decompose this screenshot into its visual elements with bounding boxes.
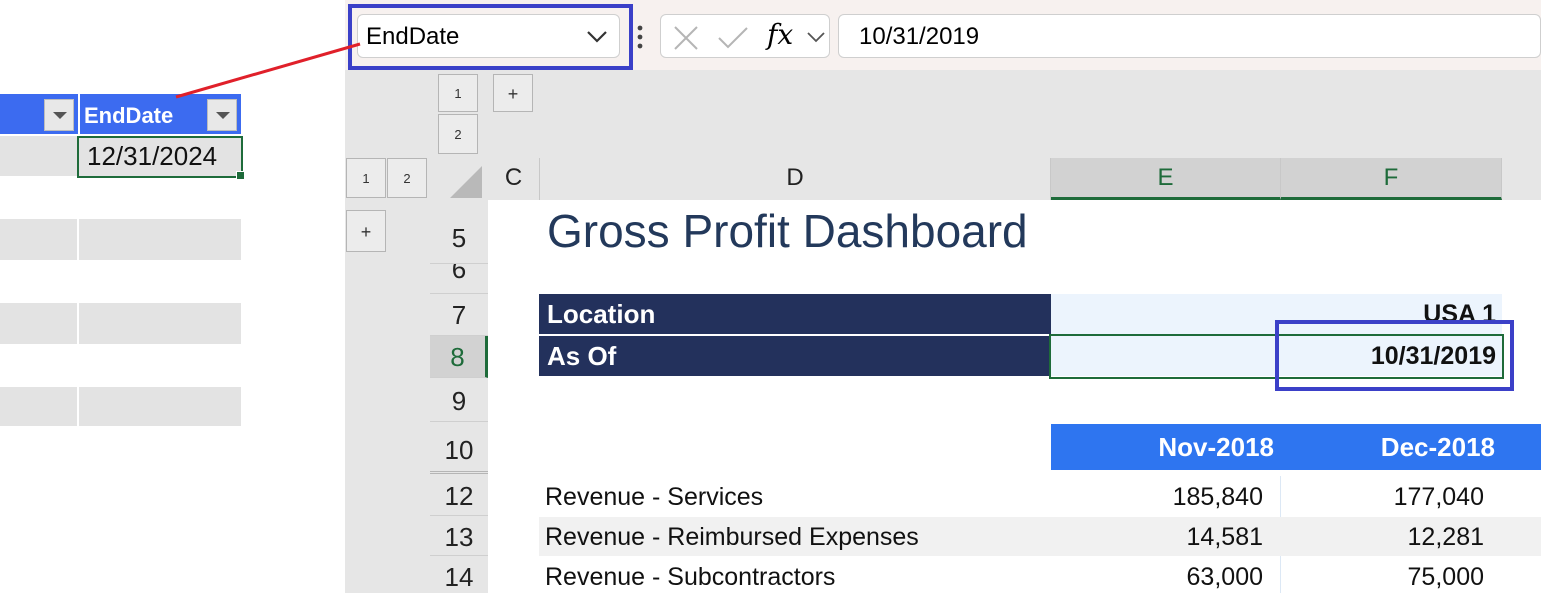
- annotation-arrow: [175, 42, 361, 99]
